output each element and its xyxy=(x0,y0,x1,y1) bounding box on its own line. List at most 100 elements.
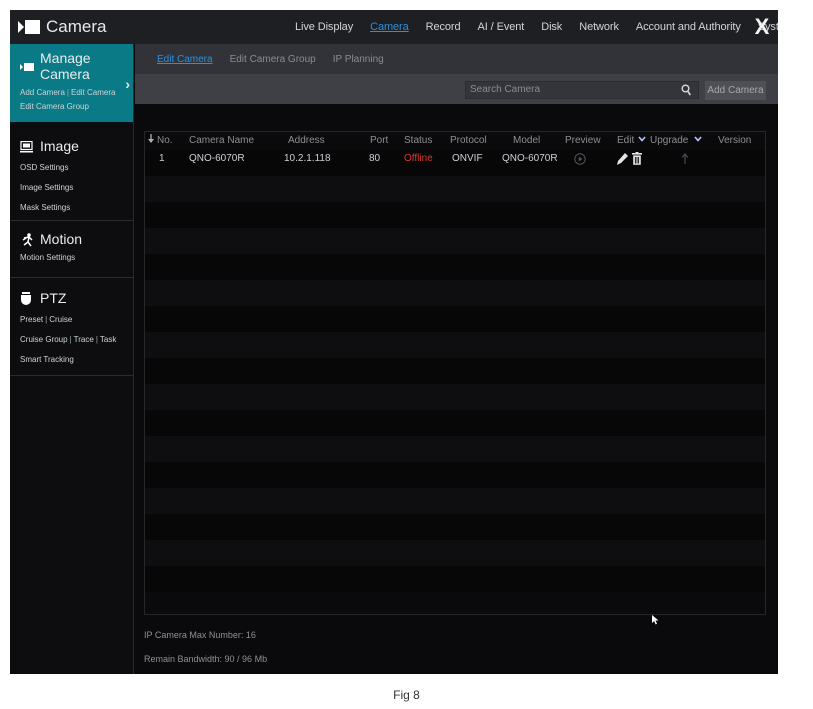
ptz-icon xyxy=(20,292,34,305)
camera-small-icon xyxy=(20,60,34,72)
section-header: Manage Camera xyxy=(20,50,133,82)
nav-ai-event[interactable]: AI / Event xyxy=(478,21,525,33)
brand: Camera xyxy=(18,16,106,38)
sidebar-section-ptz: PTZ Preset | Cruise Cruise Group | Trace | Tas… xyxy=(10,278,133,376)
table-row-empty xyxy=(145,280,765,306)
table-row-empty xyxy=(145,436,765,462)
cell-address: 10.2.1.118 xyxy=(284,153,331,164)
table-header: No. Camera Name Address Port Status Prot… xyxy=(145,132,765,150)
nav-network[interactable]: Network xyxy=(579,21,619,33)
sidebar: Manage Camera Add Camera | Edit Camera Edi… xyxy=(10,44,134,674)
link-task[interactable]: Task xyxy=(100,335,116,344)
cell-model: QNO-6070R xyxy=(502,153,558,164)
chevron-down-icon[interactable] xyxy=(638,132,646,150)
add-camera-button[interactable]: Add Camera xyxy=(705,81,766,100)
table-row-empty xyxy=(145,514,765,540)
col-status[interactable]: Status xyxy=(404,132,432,150)
max-camera-number: IP Camera Max Number: 16 xyxy=(144,630,256,640)
col-preview[interactable]: Preview xyxy=(565,132,601,150)
edit-pencil-icon[interactable] xyxy=(617,153,628,172)
table-row-empty xyxy=(145,254,765,280)
play-icon[interactable] xyxy=(574,153,586,172)
table-row[interactable]: 1 QNO-6070R 10.2.1.118 80 Offline ONVIF … xyxy=(145,150,765,176)
table-row-empty xyxy=(145,228,765,254)
close-button[interactable]: X xyxy=(752,15,772,39)
main-panel: Edit Camera Edit Camera Group IP Plannin… xyxy=(135,44,778,674)
tab-ip-planning[interactable]: IP Planning xyxy=(333,54,384,65)
col-no[interactable]: No. xyxy=(157,132,173,150)
col-protocol[interactable]: Protocol xyxy=(450,132,487,150)
upgrade-arrow-icon[interactable] xyxy=(681,153,689,171)
cell-camera-name: QNO-6070R xyxy=(189,153,245,164)
table-row-empty xyxy=(145,306,765,332)
link-trace[interactable]: Trace xyxy=(74,335,94,344)
mouse-cursor-icon xyxy=(652,612,660,625)
section-links: Add Camera | Edit Camera Edit Camera Group xyxy=(20,88,116,111)
nav-live-display[interactable]: Live Display xyxy=(295,21,353,33)
table-row-empty xyxy=(145,566,765,592)
image-icon xyxy=(20,140,34,153)
chevron-right-icon[interactable]: › xyxy=(125,76,130,92)
link-motion-settings[interactable]: Motion Settings xyxy=(20,253,75,262)
nav-disk[interactable]: Disk xyxy=(541,21,562,33)
table-row-empty xyxy=(145,332,765,358)
nav-account-authority[interactable]: Account and Authority xyxy=(636,21,741,33)
col-camera-name[interactable]: Camera Name xyxy=(189,132,254,150)
figure-caption: Fig 8 xyxy=(393,688,420,702)
sidebar-section-image: Image OSD Settings Image Settings Mask S… xyxy=(10,122,133,221)
link-smart-tracking[interactable]: Smart Tracking xyxy=(20,355,74,364)
app-title: Camera xyxy=(46,17,107,36)
camera-app-window: Camera Live Display Camera Record AI / E… xyxy=(10,10,778,674)
camera-icon xyxy=(18,18,40,36)
delete-trash-icon[interactable] xyxy=(632,152,642,172)
sidebar-title-manage-camera: Manage Camera xyxy=(40,50,91,82)
search-input[interactable]: Search Camera xyxy=(465,81,699,99)
main-nav: Live Display Camera Record AI / Event Di… xyxy=(295,10,778,44)
table-row-empty xyxy=(145,202,765,228)
col-port[interactable]: Port xyxy=(370,132,388,150)
table-row-empty xyxy=(145,462,765,488)
sidebar-section-manage-camera: Manage Camera Add Camera | Edit Camera Edi… xyxy=(10,44,133,122)
table-row-empty xyxy=(145,384,765,410)
tab-edit-camera[interactable]: Edit Camera xyxy=(157,54,213,65)
table-row-empty xyxy=(145,176,765,202)
col-upgrade[interactable]: Upgrade xyxy=(650,132,688,150)
section-header: Motion xyxy=(20,231,133,247)
search-icon[interactable] xyxy=(681,83,691,96)
remain-bandwidth: Remain Bandwidth: 90 / 96 Mb xyxy=(144,654,268,664)
sort-down-icon[interactable] xyxy=(147,132,155,150)
cell-no: 1 xyxy=(159,153,165,164)
section-links: Preset | Cruise Cruise Group | Trace | Task Sm… xyxy=(20,315,117,364)
sidebar-section-motion: Motion Motion Settings xyxy=(10,221,133,278)
section-header: Image xyxy=(20,138,133,154)
chevron-down-icon[interactable] xyxy=(694,132,702,150)
link-osd-settings[interactable]: OSD Settings xyxy=(20,163,68,172)
link-preset[interactable]: Preset xyxy=(20,315,43,324)
link-cruise[interactable]: Cruise xyxy=(49,315,72,324)
sidebar-title-ptz: PTZ xyxy=(40,290,67,306)
tab-edit-camera-group[interactable]: Edit Camera Group xyxy=(230,54,316,65)
link-cruise-group[interactable]: Cruise Group xyxy=(20,335,68,344)
nav-camera[interactable]: Camera xyxy=(370,21,409,33)
table-row-empty xyxy=(145,358,765,384)
sidebar-title-motion: Motion xyxy=(40,231,83,247)
table-row-empty xyxy=(145,488,765,514)
col-edit[interactable]: Edit xyxy=(617,132,634,150)
link-mask-settings[interactable]: Mask Settings xyxy=(20,203,70,212)
table-row-empty xyxy=(145,540,765,566)
toolbar: Search Camera Add Camera xyxy=(135,74,778,104)
link-edit-camera[interactable]: Edit Camera xyxy=(71,88,115,97)
link-edit-camera-group[interactable]: Edit Camera Group xyxy=(20,102,89,111)
col-model[interactable]: Model xyxy=(513,132,540,150)
link-image-settings[interactable]: Image Settings xyxy=(20,183,73,192)
section-links: Motion Settings xyxy=(20,251,133,265)
tab-bar: Edit Camera Edit Camera Group IP Plannin… xyxy=(135,44,778,74)
col-version[interactable]: Version xyxy=(718,132,751,150)
cell-port: 80 xyxy=(369,153,381,164)
nav-record[interactable]: Record xyxy=(426,21,461,33)
link-add-camera[interactable]: Add Camera xyxy=(20,88,65,97)
section-header: PTZ xyxy=(20,290,133,306)
top-bar: Camera Live Display Camera Record AI / E… xyxy=(10,10,778,44)
table-row-empty xyxy=(145,410,765,436)
col-address[interactable]: Address xyxy=(288,132,325,150)
